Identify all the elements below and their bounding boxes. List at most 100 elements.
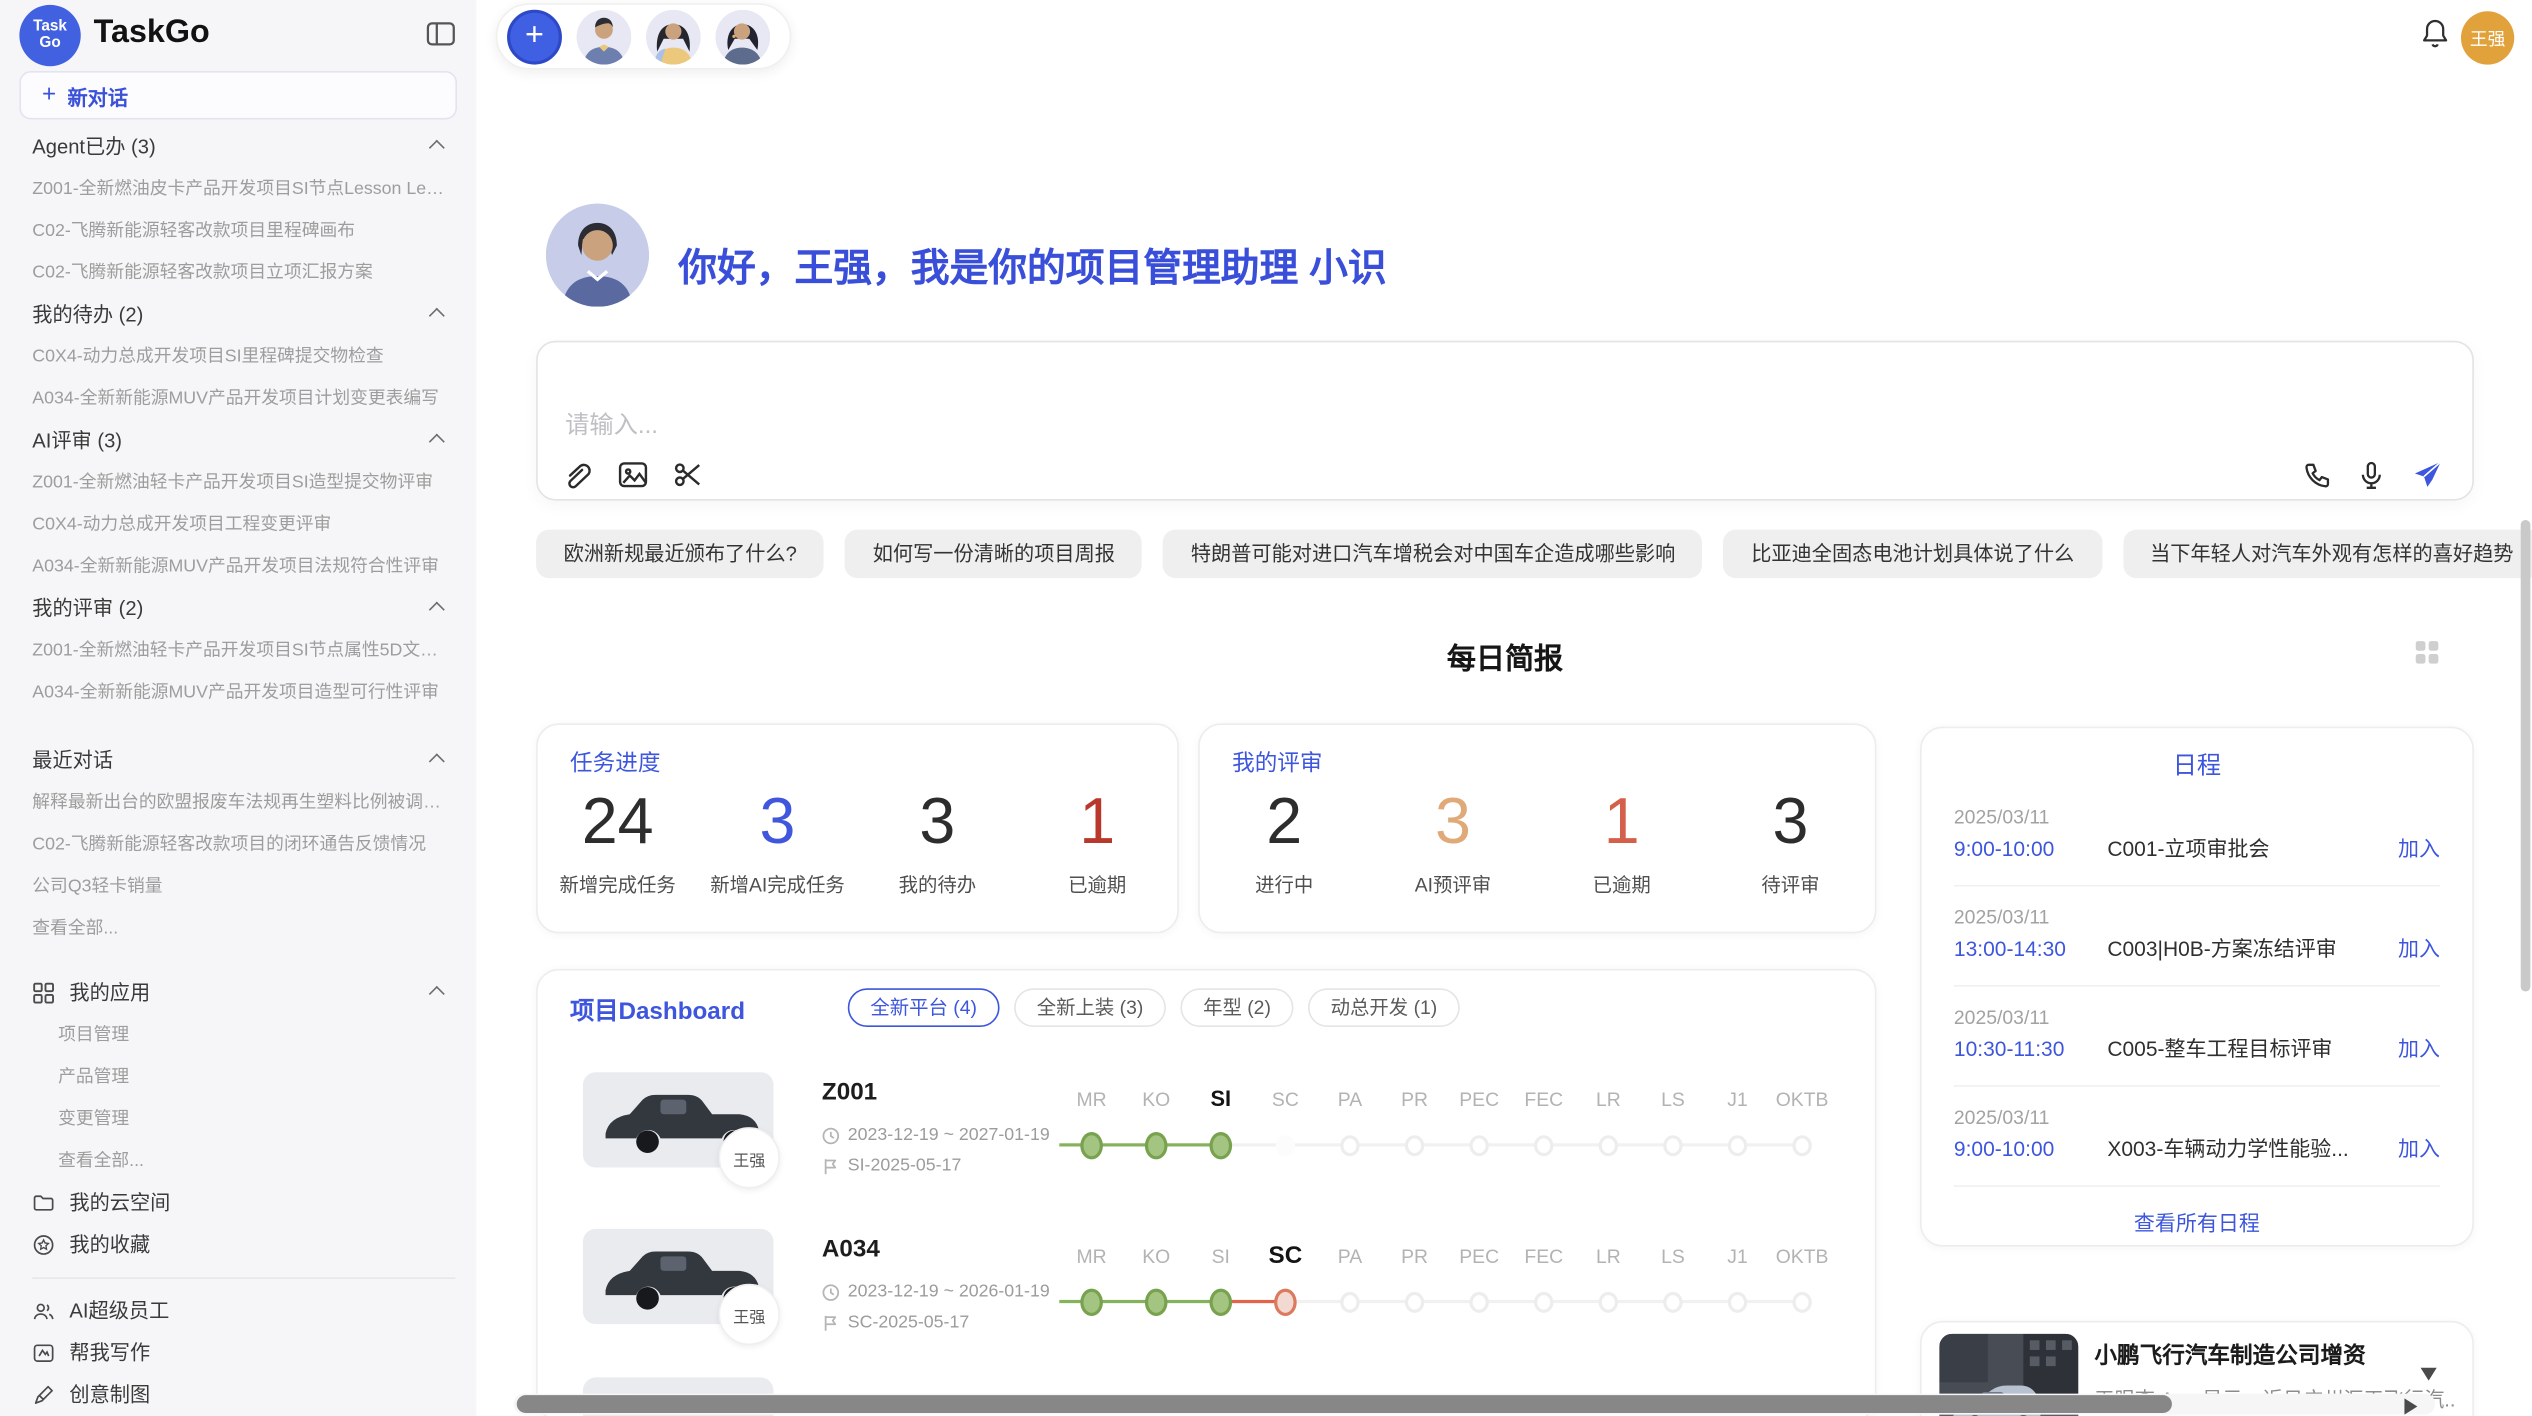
project-dates: 2023-12-19 ~ 2027-01-19 <box>822 1124 1050 1147</box>
list-item[interactable]: C02-飞腾新能源轻客改款项目里程碑画布 <box>32 210 452 252</box>
notifications-bell-icon[interactable] <box>2421 18 2450 58</box>
list-item[interactable]: C0X4-动力总成开发项目SI里程碑提交物检查 <box>32 336 452 378</box>
milestone-dot <box>1599 1292 1618 1313</box>
project-flag-date: SI-2025-05-17 <box>822 1155 961 1178</box>
milestone-dot-done <box>1145 1289 1168 1316</box>
my-reviews-card: 我的评审 2 进行中 3 AI预评审 1 已逾期 3 待评审 <box>1198 723 1876 933</box>
layout-grid-icon[interactable] <box>2416 641 2440 665</box>
tab-new-body[interactable]: 全新上装 (3) <box>1014 988 1166 1027</box>
suggestion-chips: 欧洲新规最近颁布了什么? 如何写一份清晰的项目周报 特朗普可能对进口汽车增税会对… <box>536 530 2532 578</box>
chevron-up-icon <box>429 986 445 1002</box>
sidebar-item-creative-draw[interactable]: 创意制图 <box>32 1374 455 1416</box>
taskgo-app: Task Go TaskGo + 新对话 Agent已办 (3) Z001-全新… <box>0 0 2532 1416</box>
chevron-up-icon <box>429 140 445 156</box>
microphone-icon[interactable] <box>2356 459 2387 490</box>
project-flag-date: SC-2025-05-17 <box>822 1311 969 1334</box>
attachment-icon[interactable] <box>562 459 594 491</box>
plus-icon: + <box>42 81 56 108</box>
list-item[interactable]: 解释最新出台的欧盟报废车法规再生塑料比例被调至15%... <box>32 782 452 824</box>
view-all-apps[interactable]: 查看全部... <box>32 1140 452 1182</box>
vertical-scrollbar-thumb[interactable] <box>2521 520 2531 992</box>
list-item[interactable]: Z001-全新燃油轻卡产品开发项目SI节点属性5D文件评审 <box>32 630 452 672</box>
list-item[interactable]: C0X4-动力总成开发项目工程变更评审 <box>32 504 452 546</box>
list-item[interactable]: C02-飞腾新能源轻客改款项目立项汇报方案 <box>32 252 452 294</box>
agent-avatar-3[interactable] <box>715 9 770 64</box>
milestone-dot <box>1469 1135 1488 1156</box>
section-my-apps[interactable]: 我的应用 <box>32 972 455 1014</box>
list-item[interactable]: C02-飞腾新能源轻客改款项目的闭环通告反馈情况 <box>32 824 452 866</box>
suggestion-chip[interactable]: 特朗普可能对进口汽车增税会对中国车企造成哪些影响 <box>1163 530 1702 578</box>
scissors-icon[interactable] <box>672 459 704 491</box>
section-my-review[interactable]: 我的评审 (2) <box>32 588 455 630</box>
section-recent-chats[interactable]: 最近对话 <box>32 740 455 782</box>
milestone-dot <box>1728 1135 1747 1156</box>
view-all-schedule[interactable]: 查看所有日程 <box>1922 1206 2473 1237</box>
suggestion-chip[interactable]: 比亚迪全固态电池计划具体说了什么 <box>1724 530 2102 578</box>
view-all-chats[interactable]: 查看全部... <box>32 908 452 950</box>
schedule-item: 2025/03/11 10:30-11:30 C005-整车工程目标评审 加入 <box>1922 987 2473 1087</box>
chat-input[interactable]: 请输入... <box>565 407 658 441</box>
app-link[interactable]: 变更管理 <box>32 1098 452 1140</box>
suggestion-chip[interactable]: 欧洲新规最近颁布了什么? <box>536 530 824 578</box>
sidebar-list: Agent已办 (3) Z001-全新燃油皮卡产品开发项目SI节点Lesson … <box>32 126 455 1416</box>
write-icon <box>32 1342 55 1365</box>
project-row-z001[interactable]: 王强 Z001 2023-12-19 ~ 2027-01-19 SI-2025-… <box>538 1059 1877 1220</box>
join-button[interactable]: 加入 <box>2398 1137 2440 1163</box>
list-item[interactable]: Z001-全新燃油皮卡产品开发项目SI节点Lesson Learn报告 <box>32 168 452 210</box>
divider <box>32 1277 455 1279</box>
sidebar-collapse-icon[interactable] <box>426 21 455 47</box>
join-button[interactable]: 加入 <box>2398 937 2440 963</box>
image-icon[interactable] <box>617 459 649 491</box>
join-button[interactable]: 加入 <box>2398 1037 2440 1063</box>
schedule-card: 日程 2025/03/11 9:00-10:00 C001-立项审批会 加入 2… <box>1920 727 2474 1247</box>
tab-powertrain[interactable]: 动总开发 (1) <box>1308 988 1460 1027</box>
list-item[interactable]: Z001-全新燃油轻卡产品开发项目SI造型提交物评审 <box>32 462 452 504</box>
chevron-up-icon <box>429 753 445 769</box>
tab-model-year[interactable]: 年型 (2) <box>1180 988 1293 1027</box>
section-my-todo[interactable]: 我的待办 (2) <box>32 294 455 336</box>
horizontal-scrollbar-thumb[interactable] <box>517 1395 2172 1413</box>
chevron-up-icon <box>429 434 445 450</box>
sidebar-item-cloud[interactable]: 我的云空间 <box>32 1182 455 1224</box>
milestone-dot-overdue <box>1274 1289 1297 1316</box>
dashboard-title: 项目Dashboard <box>570 993 745 1027</box>
suggestion-chip[interactable]: 当下年轻人对汽车外观有怎样的喜好趋势 <box>2123 530 2532 578</box>
dashboard-tabs: 全新平台 (4) 全新上装 (3) 年型 (2) 动总开发 (1) <box>848 988 1460 1027</box>
add-agent-button[interactable]: + <box>507 9 562 64</box>
stat-new-done: 24 新增完成任务 <box>538 786 698 897</box>
app-link[interactable]: 产品管理 <box>32 1056 452 1098</box>
tab-all-new-platform[interactable]: 全新平台 (4) <box>848 988 1000 1027</box>
logo-line2: Go <box>39 36 60 52</box>
milestone-track <box>1059 1287 1834 1316</box>
send-icon[interactable] <box>2411 459 2443 491</box>
app-link[interactable]: 项目管理 <box>32 1014 452 1056</box>
scroll-right-arrow[interactable] <box>2404 1398 2417 1414</box>
user-avatar[interactable]: 王强 <box>2461 11 2514 64</box>
new-chat-button[interactable]: + 新对话 <box>19 71 457 119</box>
sidebar-item-ai-staff[interactable]: AI超级员工 <box>32 1290 455 1332</box>
list-item[interactable]: A034-全新新能源MUV产品开发项目计划变更表编写 <box>32 378 452 420</box>
input-toolbar-left <box>562 459 704 491</box>
project-row-a034[interactable]: 王强 A034 2023-12-19 ~ 2026-01-19 SC-2025-… <box>538 1216 1877 1377</box>
pen-icon <box>32 1384 55 1407</box>
vertical-scrollbar[interactable] <box>2519 0 2532 1416</box>
project-owner-badge: 王强 <box>719 1127 780 1188</box>
list-item[interactable]: 公司Q3轻卡销量 <box>32 866 452 908</box>
agent-avatar-2[interactable] <box>646 9 701 64</box>
list-item[interactable]: A034-全新新能源MUV产品开发项目造型可行性评审 <box>32 672 452 714</box>
sidebar-item-favorites[interactable]: 我的收藏 <box>32 1224 455 1266</box>
section-agent-done[interactable]: Agent已办 (3) <box>32 126 455 168</box>
schedule-item: 2025/03/11 9:00-10:00 X003-车辆动力学性能验... 加… <box>1922 1087 2473 1187</box>
sidebar-item-write-helper[interactable]: 帮我写作 <box>32 1332 455 1374</box>
suggestion-chip[interactable]: 如何写一份清晰的项目周报 <box>845 530 1142 578</box>
sidebar: Task Go TaskGo + 新对话 Agent已办 (3) Z001-全新… <box>0 0 476 1416</box>
join-button[interactable]: 加入 <box>2398 836 2440 862</box>
section-ai-review[interactable]: AI评审 (3) <box>32 420 455 462</box>
agent-avatar-1[interactable] <box>576 9 631 64</box>
list-item[interactable]: A034-全新新能源MUV产品开发项目法规符合性评审 <box>32 546 452 588</box>
milestone-dot <box>1340 1292 1359 1313</box>
phone-icon[interactable] <box>2301 459 2332 490</box>
horizontal-scrollbar[interactable] <box>514 1394 2436 1415</box>
task-progress-card: 任务进度 24 新增完成任务 3 新增AI完成任务 3 我的待办 1 已逾期 <box>536 723 1179 933</box>
scroll-down-arrow[interactable] <box>2421 1368 2437 1381</box>
